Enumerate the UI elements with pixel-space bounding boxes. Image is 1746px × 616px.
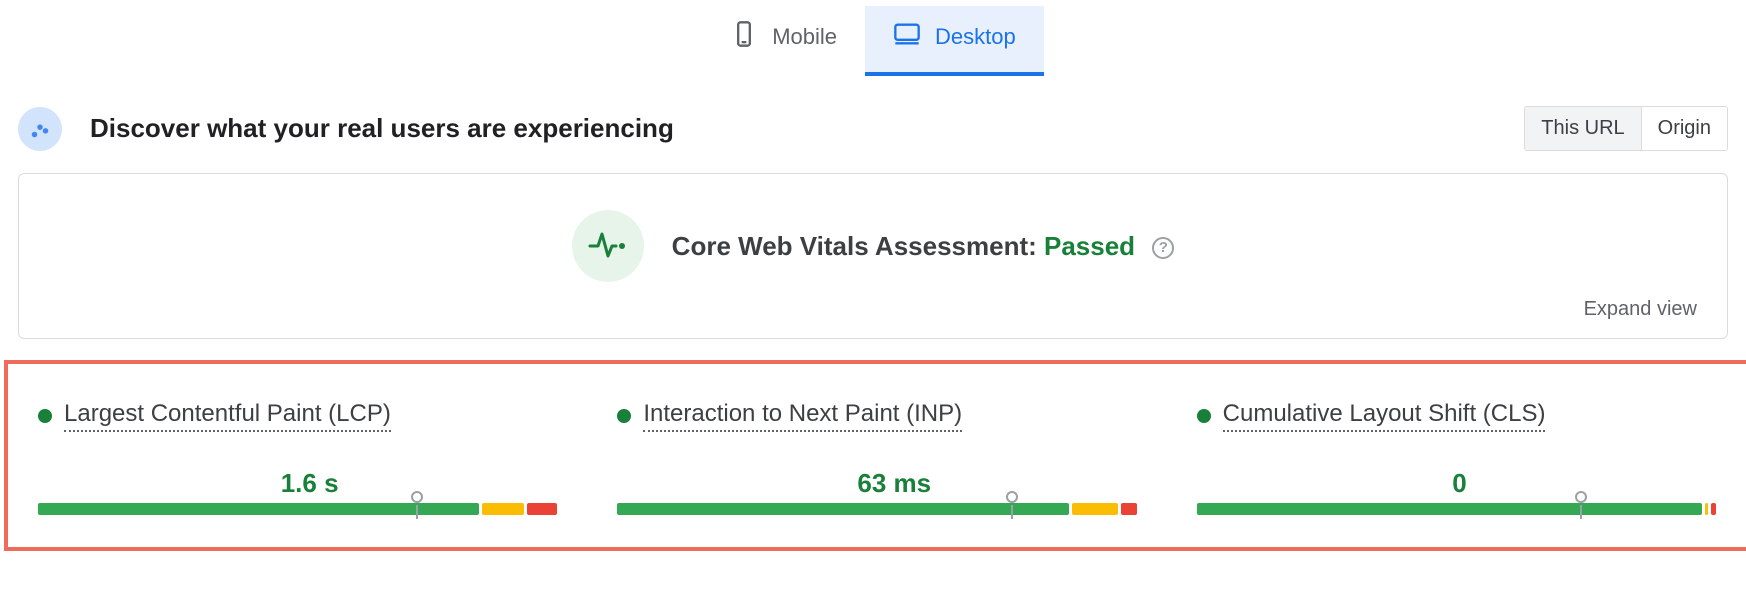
help-icon[interactable]: ? [1152,237,1174,259]
bar-segment-orange [482,503,523,515]
expand-view-link[interactable]: Expand view [1584,298,1697,321]
bar-segment-orange [1705,503,1708,515]
metric-value: 1.6 s [281,468,339,499]
tab-desktop[interactable]: Desktop [865,6,1044,76]
bar-segment-green [1197,503,1703,515]
device-tabs: Mobile Desktop [0,0,1746,76]
status-dot-icon [617,409,631,423]
mobile-icon [730,20,758,54]
metric-card: Largest Contentful Paint (LCP) 1.6 s [38,400,557,517]
metric-value: 0 [1452,468,1466,499]
bar-segment-green [38,503,479,515]
metric-head: Largest Contentful Paint (LCP) [38,400,557,432]
page-title: Discover what your real users are experi… [90,113,674,144]
bar-segment-red [527,503,558,515]
bar-segment-red [1121,503,1136,515]
metric-name[interactable]: Largest Contentful Paint (LCP) [64,400,391,432]
metric-head: Cumulative Layout Shift (CLS) [1197,400,1716,432]
bar-segment-orange [1072,503,1118,515]
heading-left: Discover what your real users are experi… [18,107,674,151]
assessment-status: Passed [1044,231,1135,261]
marker-icon [1006,491,1018,503]
pulse-icon [572,210,644,282]
bar-segment-red [1711,503,1716,515]
marker-icon [411,491,423,503]
tab-desktop-label: Desktop [935,24,1016,50]
assessment-text: Core Web Vitals Assessment: Passed ? [672,231,1175,262]
distribution-bar [38,503,557,517]
bar-segment-green [617,503,1069,515]
scope-toggle: This URL Origin [1524,106,1728,151]
distribution-bar [617,503,1136,517]
tab-mobile-label: Mobile [772,24,837,50]
metric-name[interactable]: Interaction to Next Paint (INP) [643,400,962,432]
assessment-row: Core Web Vitals Assessment: Passed ? [49,210,1697,282]
metric-name[interactable]: Cumulative Layout Shift (CLS) [1223,400,1546,432]
metrics-highlight-box: Largest Contentful Paint (LCP) 1.6 s Inter… [4,360,1746,551]
assessment-label: Core Web Vitals Assessment: [672,231,1044,261]
field-data-icon [18,107,62,151]
status-dot-icon [38,409,52,423]
desktop-icon [893,20,921,54]
metric-head: Interaction to Next Paint (INP) [617,400,1136,432]
marker-icon [1575,491,1587,503]
scope-origin[interactable]: Origin [1641,107,1727,150]
heading-row: Discover what your real users are experi… [0,76,1746,151]
metric-card: Interaction to Next Paint (INP) 63 ms [617,400,1136,517]
scope-this-url[interactable]: This URL [1525,107,1640,150]
distribution-bar [1197,503,1716,517]
vitals-panel: Core Web Vitals Assessment: Passed ? Exp… [18,173,1728,339]
metric-card: Cumulative Layout Shift (CLS) 0 [1197,400,1716,517]
status-dot-icon [1197,409,1211,423]
metric-value: 63 ms [857,468,931,499]
tab-mobile[interactable]: Mobile [702,6,865,76]
